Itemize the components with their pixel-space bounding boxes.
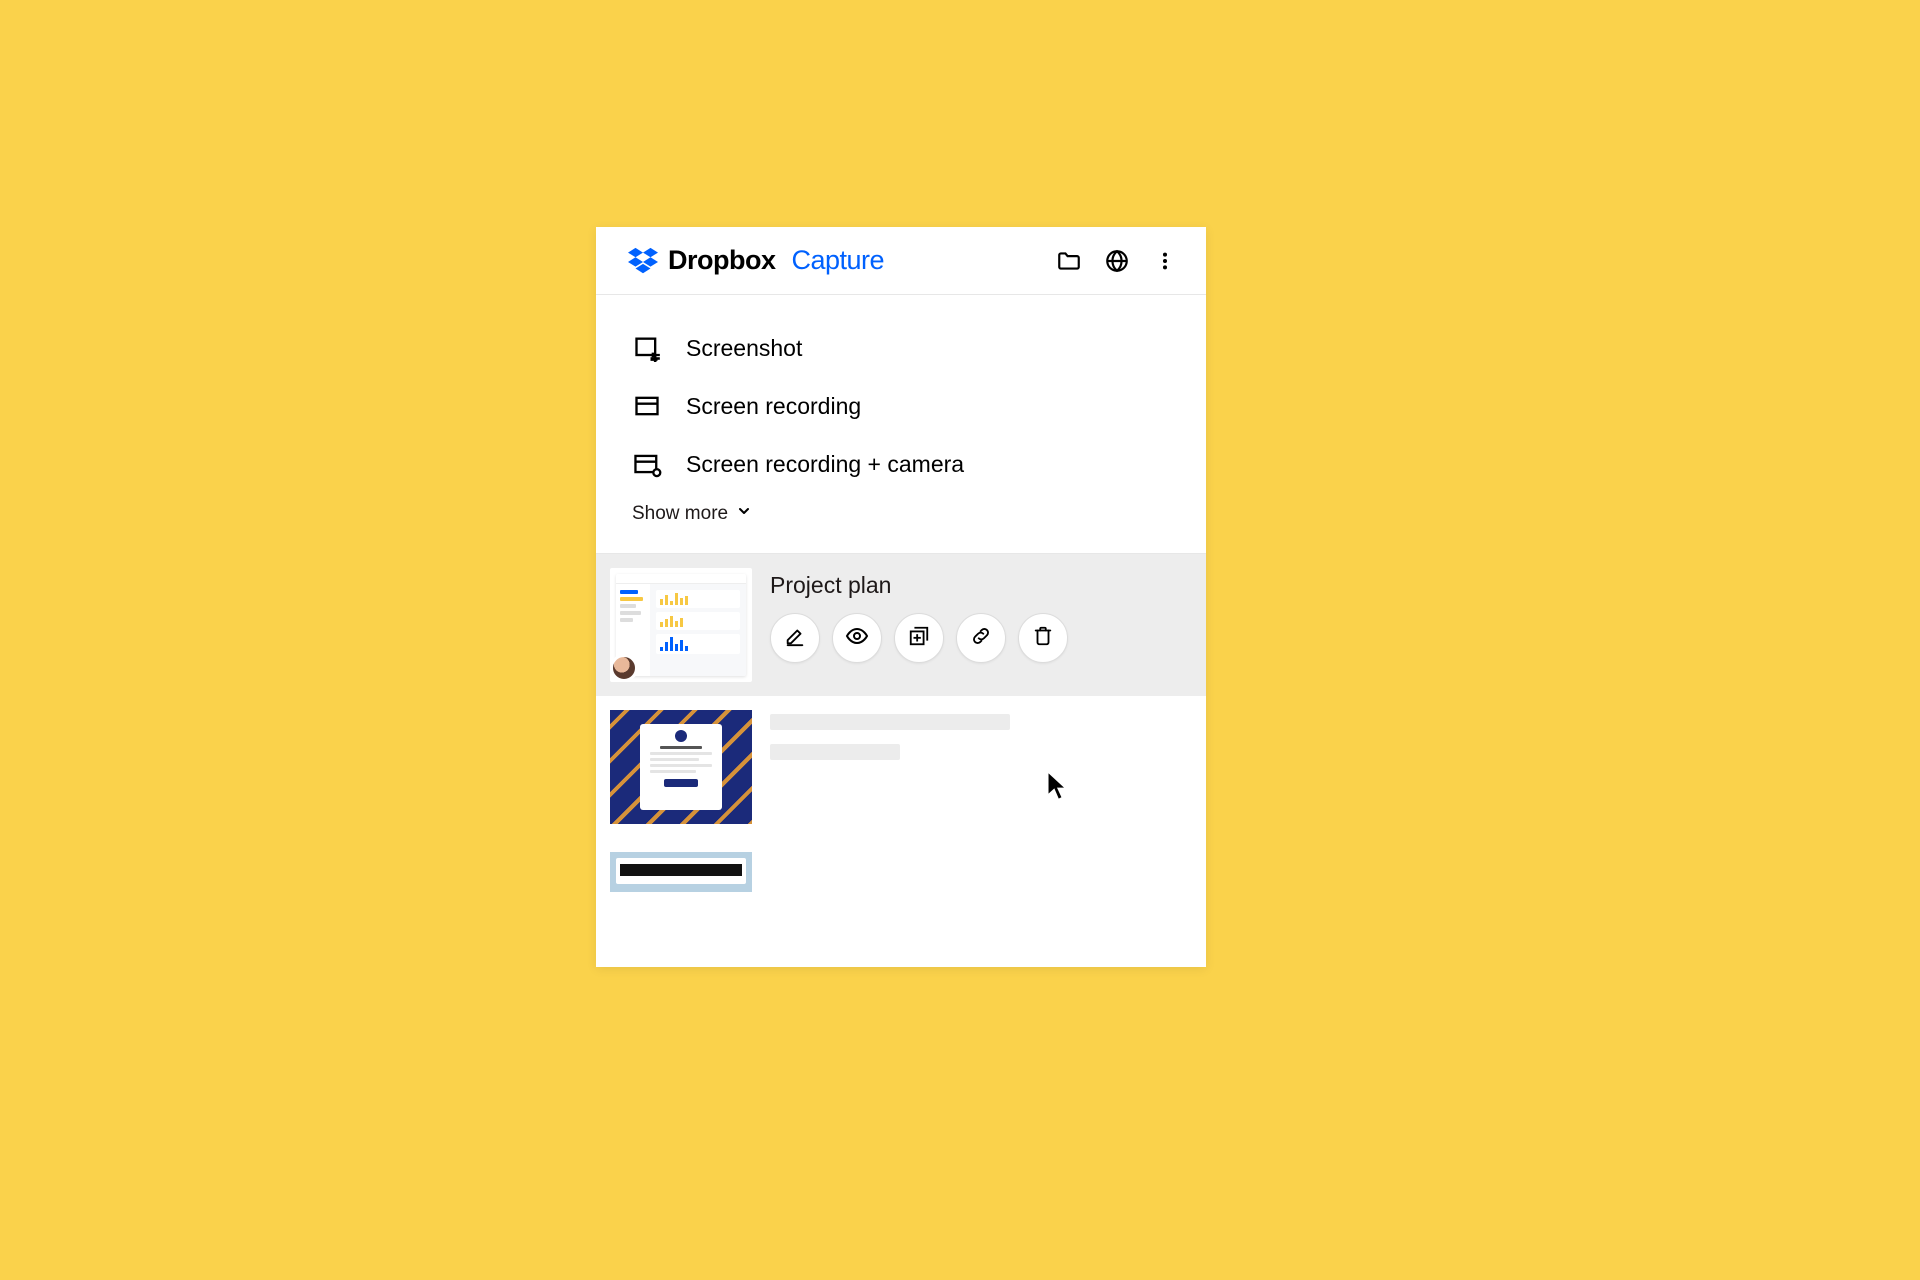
- capture-item-actions: [770, 613, 1188, 663]
- capture-item-body: [770, 710, 1188, 774]
- screen-recording-camera-icon: [632, 449, 662, 479]
- screenshot-icon: [632, 333, 662, 363]
- brand-name-secondary: Capture: [792, 245, 885, 276]
- capture-option-label: Screen recording: [686, 393, 861, 420]
- capture-item-body: [770, 852, 1188, 856]
- app-logo: Dropbox Capture: [628, 245, 884, 276]
- add-to-collection-icon: [908, 625, 930, 652]
- folder-icon[interactable]: [1056, 248, 1082, 274]
- edit-button[interactable]: [770, 613, 820, 663]
- eye-icon: [845, 624, 869, 653]
- presenter-avatar: [610, 654, 638, 682]
- edit-icon: [784, 625, 806, 652]
- chevron-down-icon: [736, 503, 752, 525]
- show-more-label: Show more: [632, 503, 728, 525]
- view-button[interactable]: [832, 613, 882, 663]
- placeholder-line: [770, 744, 900, 760]
- capture-option-label: Screenshot: [686, 335, 802, 362]
- capture-option-screenshot[interactable]: Screenshot: [632, 319, 1170, 377]
- capture-option-label: Screen recording + camera: [686, 451, 964, 478]
- capture-item[interactable]: [596, 838, 1206, 892]
- capture-item-body: Project plan: [770, 568, 1188, 663]
- link-icon: [970, 625, 992, 652]
- capture-option-recording-camera[interactable]: Screen recording + camera: [632, 435, 1170, 493]
- capture-option-recording[interactable]: Screen recording: [632, 377, 1170, 435]
- brand-name-primary: Dropbox: [668, 245, 776, 276]
- capture-thumbnail: [610, 852, 752, 892]
- placeholder-line: [770, 714, 1010, 730]
- add-to-collection-button[interactable]: [894, 613, 944, 663]
- trash-icon: [1032, 625, 1054, 652]
- capture-panel: Dropbox Capture: [596, 227, 1206, 967]
- header-actions: [1056, 248, 1178, 274]
- more-vertical-icon[interactable]: [1152, 248, 1178, 274]
- globe-icon[interactable]: [1104, 248, 1130, 274]
- capture-item[interactable]: [596, 696, 1206, 838]
- captures-list: Project plan: [596, 553, 1206, 892]
- capture-thumbnail: [610, 710, 752, 824]
- capture-item-title: Project plan: [770, 572, 1188, 599]
- screen-recording-icon: [632, 391, 662, 421]
- delete-button[interactable]: [1018, 613, 1068, 663]
- show-more-toggle[interactable]: Show more: [632, 493, 1170, 543]
- capture-options: Screenshot Screen recording Screen recor…: [596, 295, 1206, 553]
- capture-item-project-plan[interactable]: Project plan: [596, 554, 1206, 696]
- dropbox-logo-icon: [628, 246, 658, 276]
- copy-link-button[interactable]: [956, 613, 1006, 663]
- header: Dropbox Capture: [596, 227, 1206, 295]
- capture-thumbnail: [610, 568, 752, 682]
